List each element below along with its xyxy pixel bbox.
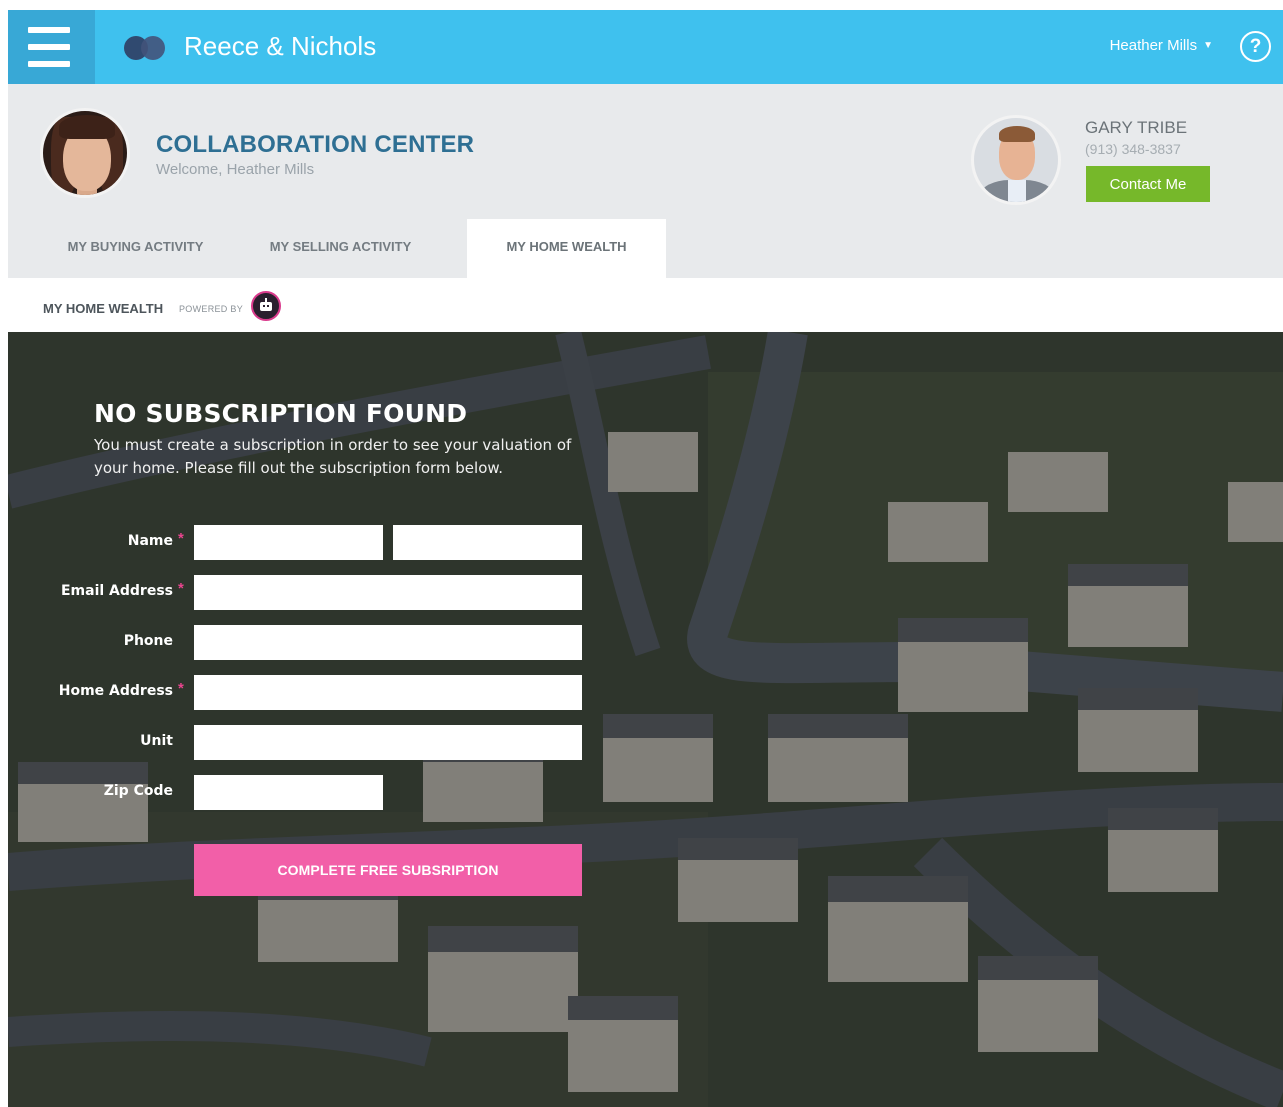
page-title: COLLABORATION CENTER xyxy=(156,131,475,158)
app-frame: Reece & Nichols Heather Mills ▼ ? COLLABO… xyxy=(8,10,1283,1107)
activity-tabs: MY BUYING ACTIVITY MY SELLING ACTIVITY M… xyxy=(8,219,708,278)
section-title: MY HOME WEALTH xyxy=(43,301,164,316)
brand-name: Reece & Nichols xyxy=(184,31,377,61)
required-asterisk: * xyxy=(178,530,184,547)
zip-code-label: Zip Code xyxy=(103,783,173,799)
unit-label: Unit xyxy=(140,733,173,749)
tab-my-buying-activity[interactable]: MY BUYING ACTIVITY xyxy=(48,219,223,278)
menu-icon xyxy=(28,27,70,33)
unit-input[interactable] xyxy=(194,725,582,760)
tab-my-home-wealth[interactable]: MY HOME WEALTH xyxy=(467,219,666,278)
email-input[interactable] xyxy=(194,575,582,610)
required-asterisk: * xyxy=(178,680,184,697)
form-description: You must create a subscription in order … xyxy=(94,436,572,477)
hamburger-menu-button[interactable] xyxy=(8,10,95,84)
first-name-input[interactable] xyxy=(194,525,383,560)
agent-name: GARY TRIBE xyxy=(1085,118,1188,137)
name-label: Name xyxy=(127,533,173,549)
last-name-input[interactable] xyxy=(393,525,582,560)
caret-down-icon: ▼ xyxy=(1203,40,1213,51)
powered-by-label: POWERED BY xyxy=(179,304,244,314)
user-menu[interactable]: Heather Mills ▼ xyxy=(1110,37,1213,54)
home-address-label: Home Address xyxy=(58,683,173,699)
tab-my-selling-activity[interactable]: MY SELLING ACTIVITY xyxy=(248,219,433,278)
robot-icon xyxy=(251,291,281,321)
home-address-input[interactable] xyxy=(194,675,582,710)
agent-avatar xyxy=(971,115,1061,205)
complete-subscription-button[interactable]: COMPLETE FREE SUBSRIPTION xyxy=(194,844,582,896)
user-name: Heather Mills xyxy=(1109,37,1198,54)
phone-label: Phone xyxy=(123,633,173,649)
top-bar: Reece & Nichols Heather Mills ▼ ? xyxy=(8,10,1283,84)
welcome-text: Welcome, Heather Mills xyxy=(156,161,315,178)
neighborhood-background: NO SUBSCRIPTION FOUND You must create a … xyxy=(8,332,1283,1107)
contact-me-button[interactable]: Contact Me xyxy=(1086,166,1210,202)
email-label: Email Address xyxy=(60,583,173,599)
phone-input[interactable] xyxy=(194,625,582,660)
form-title: NO SUBSCRIPTION FOUND xyxy=(94,399,468,428)
section-header: MY HOME WEALTH POWERED BY xyxy=(8,278,1283,332)
agent-phone: (913) 348-3837 xyxy=(1085,141,1181,157)
brand-logo-icon xyxy=(124,36,174,60)
user-avatar xyxy=(40,108,130,198)
collaboration-header: COLLABORATION CENTER Welcome, Heather Mi… xyxy=(8,84,1283,278)
help-icon[interactable]: ? xyxy=(1240,31,1271,62)
zip-code-input[interactable] xyxy=(194,775,383,810)
required-asterisk: * xyxy=(178,580,184,597)
